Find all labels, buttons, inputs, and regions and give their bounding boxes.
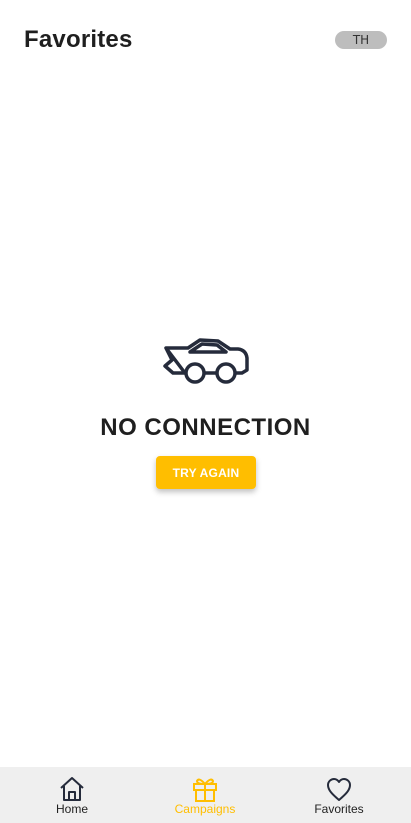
language-toggle[interactable]: TH: [335, 31, 387, 49]
nav-item-home[interactable]: Home: [12, 767, 132, 823]
bottom-navigation: Home Campaigns Favorites: [0, 767, 411, 823]
car-icon: [163, 338, 249, 384]
app-header: Favorites TH: [0, 0, 411, 80]
page-title: Favorites: [24, 26, 133, 53]
nav-label-campaigns: Campaigns: [174, 802, 236, 816]
nav-label-favorites: Favorites: [314, 802, 364, 816]
nav-item-favorites[interactable]: Favorites: [279, 767, 399, 823]
heart-icon: [327, 778, 351, 801]
gift-icon: [193, 778, 217, 802]
home-icon: [60, 777, 84, 801]
nav-item-campaigns[interactable]: Campaigns: [145, 767, 265, 823]
nav-label-home: Home: [55, 802, 88, 816]
try-again-button[interactable]: TRY AGAIN: [156, 456, 256, 489]
no-connection-title: NO CONNECTION: [100, 414, 311, 441]
